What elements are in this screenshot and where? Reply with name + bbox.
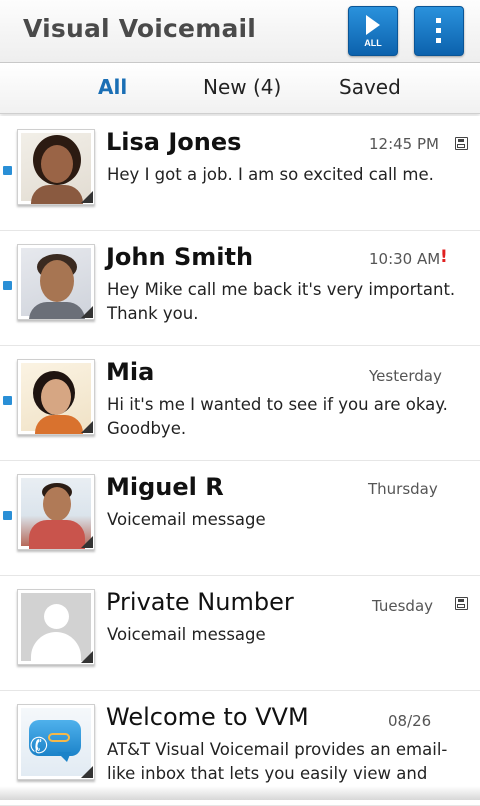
filter-tabs: All New (4) Saved [0, 63, 480, 114]
caller-name: Private Number [106, 588, 294, 616]
play-icon [366, 15, 380, 35]
caller-name: John Smith [106, 243, 254, 271]
voicemail-row[interactable]: Miguel R Thursday Voicemail message [0, 461, 480, 576]
caller-name: Miguel R [106, 473, 224, 501]
app-title: Visual Voicemail [23, 14, 257, 43]
message-time: 12:45 PM [369, 135, 439, 153]
app-bar: Visual Voicemail ALL [0, 0, 480, 63]
avatar[interactable] [17, 474, 95, 550]
message-time: Yesterday [369, 367, 442, 385]
message-preview: Hey I got a job. I am so excited call me… [107, 165, 434, 184]
message-preview: Voicemail message [107, 625, 266, 644]
message-time: 10:30 AM [369, 250, 441, 268]
play-all-button[interactable]: ALL [348, 6, 398, 56]
unread-indicator-icon [3, 396, 12, 405]
avatar[interactable] [17, 589, 95, 665]
voicemail-row[interactable]: John Smith 10:30 AM ! Hey Mike call me b… [0, 231, 480, 346]
overflow-menu-button[interactable] [414, 6, 464, 56]
voicemail-list: Lisa Jones 12:45 PM Hey I got a job. I a… [0, 116, 480, 806]
message-preview: AT&T Visual Voicemail provides an email-… [107, 740, 448, 783]
message-preview: Voicemail message [107, 510, 266, 529]
tab-new[interactable]: New (4) [203, 75, 281, 99]
saved-icon [455, 597, 468, 610]
message-preview: Hi it's me I wanted to see if you are ok… [107, 395, 448, 438]
unread-indicator-icon [3, 166, 12, 175]
avatar[interactable] [17, 129, 95, 205]
avatar[interactable] [17, 359, 95, 435]
caller-name: Welcome to VVM [106, 703, 309, 731]
play-all-label: ALL [364, 38, 382, 48]
list-bottom-edge [0, 786, 480, 800]
urgent-icon: ! [440, 247, 448, 267]
message-time: Tuesday [372, 597, 434, 615]
saved-icon [455, 137, 468, 150]
caller-name: Mia [106, 358, 155, 386]
avatar[interactable]: ✆ [17, 704, 95, 780]
voicemail-row[interactable]: Mia Yesterday Hi it's me I wanted to see… [0, 346, 480, 461]
message-time: 08/26 [388, 712, 432, 730]
unread-indicator-icon [3, 511, 12, 520]
avatar[interactable] [17, 244, 95, 320]
message-preview: Hey Mike call me back it's very importan… [107, 280, 456, 323]
tab-saved[interactable]: Saved [339, 75, 401, 99]
message-time: Thursday [368, 480, 438, 498]
tab-all[interactable]: All [98, 75, 127, 99]
caller-name: Lisa Jones [106, 128, 242, 156]
unread-indicator-icon [3, 281, 12, 290]
voicemail-row[interactable]: Private Number Tuesday Voicemail message [0, 576, 480, 691]
overflow-menu-icon [436, 18, 442, 48]
voicemail-row[interactable]: Lisa Jones 12:45 PM Hey I got a job. I a… [0, 116, 480, 231]
